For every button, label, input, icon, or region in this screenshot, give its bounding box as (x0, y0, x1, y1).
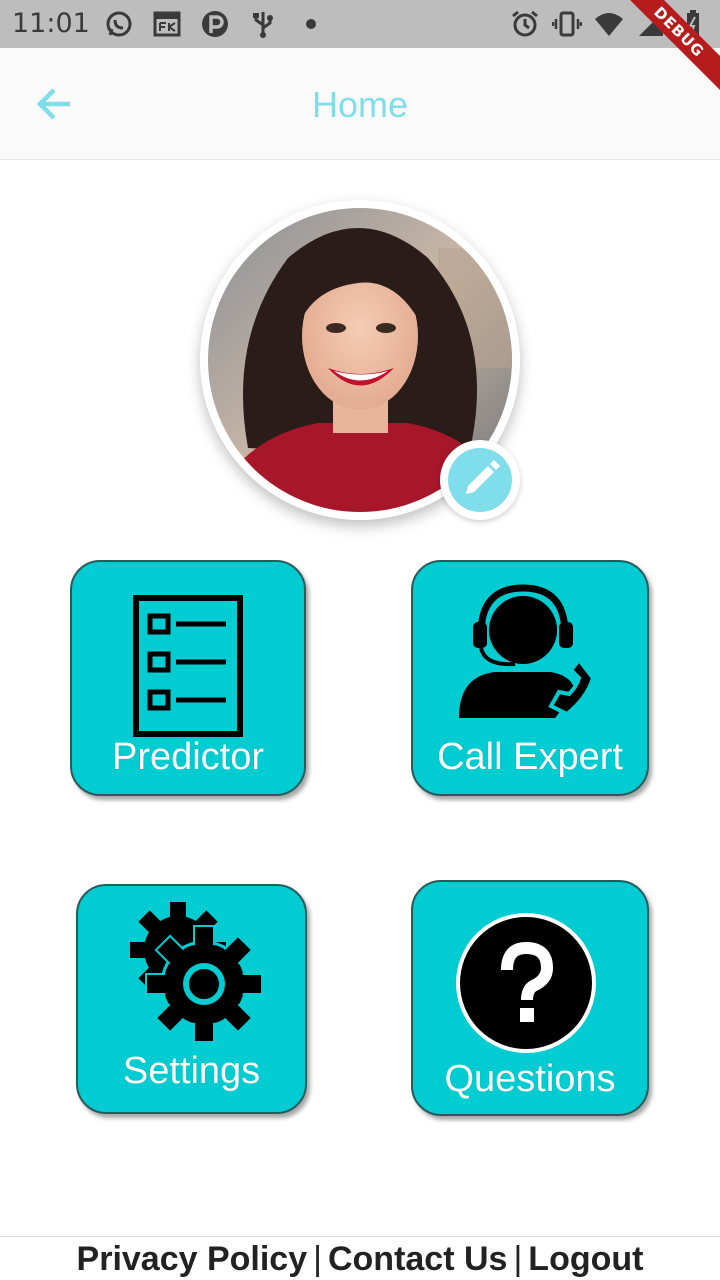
fk-app-icon (153, 11, 181, 37)
checklist-icon (133, 595, 243, 737)
edit-photo-button[interactable] (440, 440, 520, 520)
page-title: Home (311, 84, 409, 125)
settings-label: Settings (122, 1050, 261, 1092)
predictor-label: Predictor (111, 736, 265, 778)
dot-icon (306, 19, 316, 29)
call-expert-label: Call Expert (437, 736, 623, 778)
questions-tile[interactable]: Questions (411, 880, 649, 1116)
questions-label: Questions (444, 1058, 616, 1100)
privacy-policy-link[interactable]: Privacy Policy (77, 1240, 308, 1278)
footer-separator: | (313, 1240, 322, 1278)
p-app-icon (202, 11, 228, 37)
home-screen: 11:01 DEBUG Home Predictor Call Expert S… (0, 0, 720, 1280)
footer-links: Privacy Policy | Contact Us | Logout (0, 1236, 720, 1280)
question-circle-icon (456, 913, 596, 1053)
app-bar: Home (0, 48, 720, 160)
status-time: 11:01 (12, 8, 90, 39)
status-bar: 11:01 (0, 0, 720, 48)
predictor-tile[interactable]: Predictor (70, 560, 306, 796)
alarm-icon (512, 10, 538, 37)
wifi-icon (595, 13, 623, 36)
logout-link[interactable]: Logout (528, 1240, 643, 1278)
whatsapp-icon (106, 11, 132, 37)
footer-separator: | (513, 1240, 523, 1278)
vibrate-icon (552, 11, 582, 37)
pencil-icon (466, 460, 500, 494)
call-expert-tile[interactable]: Call Expert (411, 560, 649, 796)
support-agent-icon (459, 584, 596, 718)
gears-icon (130, 902, 263, 1043)
contact-us-link[interactable]: Contact Us (328, 1240, 507, 1278)
settings-tile[interactable]: Settings (76, 884, 307, 1114)
usb-icon (253, 12, 273, 38)
